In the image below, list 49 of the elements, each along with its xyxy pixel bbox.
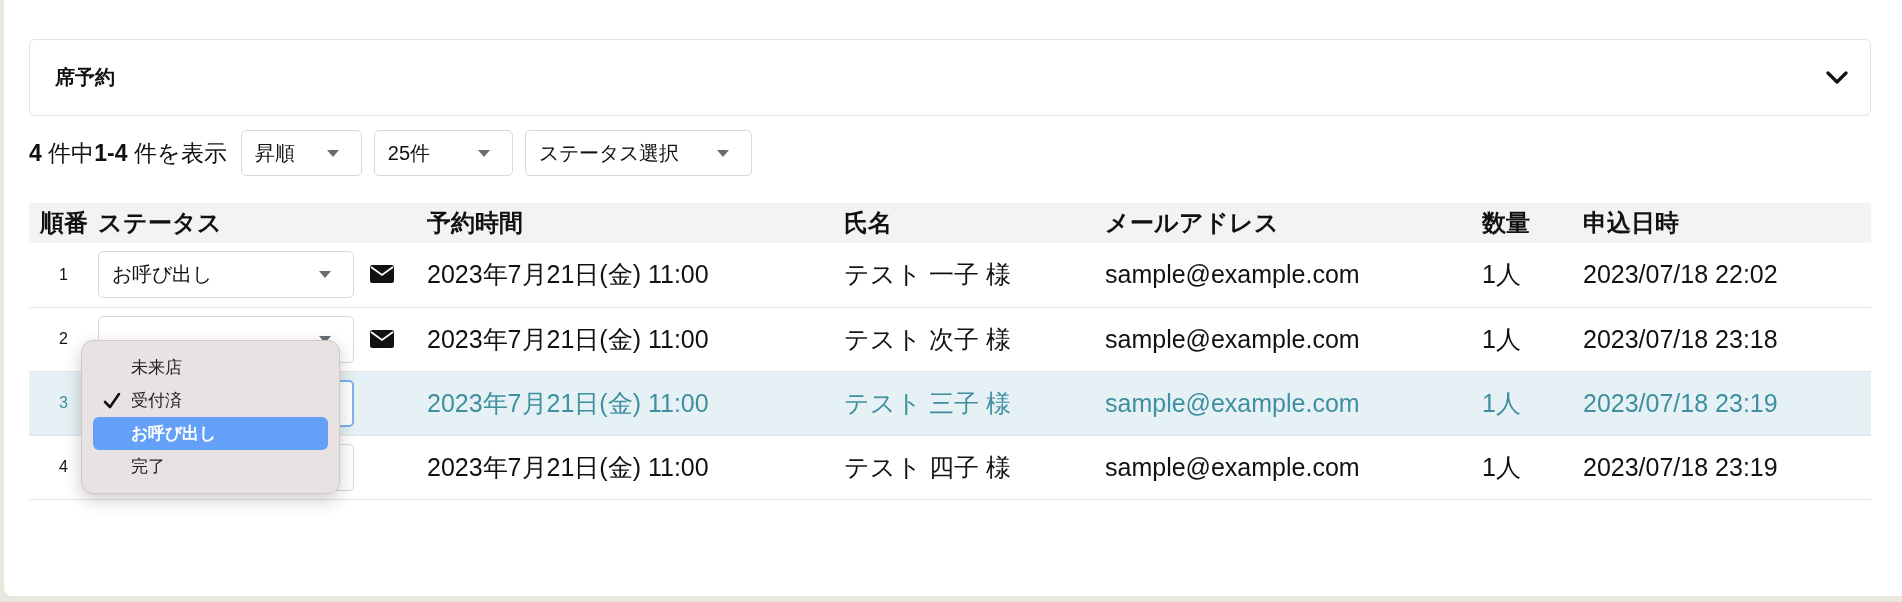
table-cell: sample@example.com bbox=[1105, 452, 1360, 481]
table-cell: 2023年7月21日(金) 11:00 bbox=[427, 452, 709, 481]
section-title: 席予約 bbox=[55, 65, 115, 90]
table-cell: sample@example.com bbox=[1105, 388, 1360, 417]
table-cell: テスト 一子 様 bbox=[844, 260, 1011, 289]
table-cell: テスト 四子 様 bbox=[844, 452, 1011, 481]
table-cell: テスト 次子 様 bbox=[844, 324, 1011, 353]
caret-icon bbox=[477, 149, 490, 157]
table-cell: sample@example.com bbox=[1105, 324, 1360, 353]
table-cell: 1人 bbox=[1482, 324, 1521, 353]
table-cell: 1人 bbox=[1482, 452, 1521, 481]
table-cell: 1人 bbox=[1482, 260, 1521, 289]
column-header: ステータス bbox=[98, 203, 427, 243]
row-number: 1 bbox=[59, 265, 68, 283]
column-header: 氏名 bbox=[844, 203, 1105, 243]
caret-icon bbox=[716, 149, 729, 157]
menu-item[interactable]: 完了 bbox=[93, 450, 328, 483]
table-cell: 2023年7月21日(金) 11:00 bbox=[427, 324, 709, 353]
row-number: 4 bbox=[59, 458, 68, 475]
column-header: メールアドレス bbox=[1105, 203, 1482, 243]
table-cell: テスト 三子 様 bbox=[844, 388, 1011, 417]
table-cell: 2023/07/18 23:18 bbox=[1583, 324, 1778, 353]
row-number: 3 bbox=[59, 394, 68, 411]
envelope-icon[interactable] bbox=[370, 329, 394, 348]
column-header: 申込日時 bbox=[1583, 203, 1871, 243]
table-cell: sample@example.com bbox=[1105, 260, 1360, 289]
envelope-icon[interactable] bbox=[370, 265, 394, 284]
result-count: 4 件中1-4 件を表示 bbox=[29, 138, 227, 168]
caret-icon bbox=[326, 149, 339, 157]
column-header: 順番 bbox=[29, 203, 98, 243]
dropdown[interactable]: 昇順 bbox=[240, 130, 362, 176]
status-dropdown[interactable]: お呼び出し bbox=[98, 251, 354, 299]
dropdown[interactable]: ステータス選択 bbox=[524, 130, 752, 176]
column-header: 数量 bbox=[1482, 203, 1583, 243]
menu-item[interactable]: 受付済 bbox=[93, 384, 328, 417]
table-cell: 2023/07/18 23:19 bbox=[1583, 452, 1778, 481]
checkmark-icon bbox=[103, 392, 121, 410]
table-cell: 1人 bbox=[1482, 388, 1521, 417]
chevron-down-icon[interactable] bbox=[1826, 70, 1848, 85]
table-cell: 2023/07/18 23:19 bbox=[1583, 388, 1778, 417]
table-cell: 2023年7月21日(金) 11:00 bbox=[427, 260, 709, 289]
column-header: 予約時間 bbox=[427, 203, 844, 243]
table-cell: 2023年7月21日(金) 11:00 bbox=[427, 388, 709, 417]
table-row[interactable]: 1 お呼び出し 2023年7月21日(金) 11:00 テスト 一子 様 sample@example.com 1人 2023/07/18 22:02 bbox=[29, 243, 1871, 307]
section-header[interactable]: 席予約 bbox=[29, 39, 1871, 116]
row-number: 2 bbox=[59, 330, 68, 347]
dropdown[interactable]: 25件 bbox=[373, 130, 513, 176]
table-cell: 2023/07/18 22:02 bbox=[1583, 260, 1778, 289]
caret-icon bbox=[319, 271, 331, 279]
